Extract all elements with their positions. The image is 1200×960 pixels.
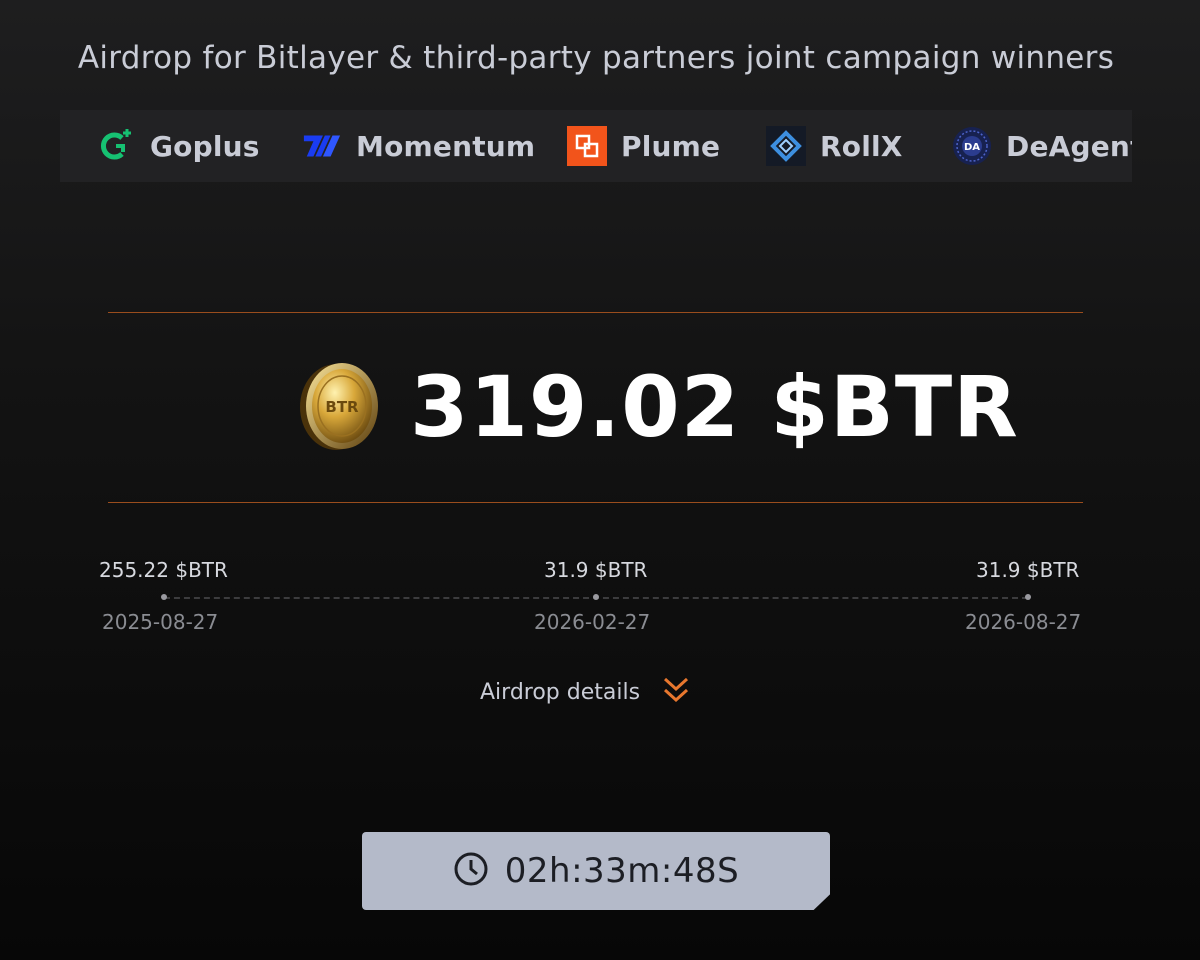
goplus-logo-icon: [96, 126, 136, 166]
page-title: Airdrop for Bitlayer & third-party partn…: [77, 40, 1115, 76]
milestone-date: 2025-08-27: [102, 610, 219, 634]
momentum-logo-icon: [302, 126, 342, 166]
milestone-date: 2026-02-27: [534, 610, 651, 634]
partner-momentum[interactable]: Momentum: [302, 110, 535, 182]
milestone-dot: [1025, 594, 1031, 600]
milestone-dot: [161, 594, 167, 600]
milestone-dot: [593, 594, 599, 600]
svg-text:BTR: BTR: [325, 398, 359, 416]
top-divider: [108, 312, 1083, 313]
clock-icon: [453, 851, 489, 891]
countdown-timer: 02h:33m:48S: [504, 851, 740, 891]
milestone-amount: 255.22 $BTR: [99, 558, 228, 582]
airdrop-details-toggle[interactable]: Airdrop details: [480, 672, 690, 712]
claim-countdown-button[interactable]: 02h:33m:48S: [362, 832, 830, 910]
milestone-date: 2026-08-27: [965, 610, 1082, 634]
rollx-logo-icon: [766, 126, 806, 166]
partner-goplus[interactable]: Goplus: [96, 110, 260, 182]
bottom-divider: [108, 502, 1083, 503]
partner-deagentai[interactable]: DA DeAgentAI: [952, 110, 1132, 182]
partner-plume[interactable]: Plume: [567, 110, 720, 182]
partner-name: DeAgentAI: [1006, 129, 1132, 163]
milestone-amount: 31.9 $BTR: [976, 558, 1080, 582]
plume-logo-icon: [567, 126, 607, 166]
partner-name: Plume: [621, 129, 721, 163]
partner-logo-bar: Goplus Momentum Plume RollX DA DeAgen: [60, 110, 1132, 182]
partner-name: Momentum: [356, 129, 536, 163]
deagentai-logo-icon: DA: [952, 126, 992, 166]
partner-name: RollX: [820, 129, 903, 163]
svg-text:DA: DA: [964, 142, 980, 153]
milestone-amount: 31.9 $BTR: [544, 558, 648, 582]
airdrop-total-amount: 319.02 $BTR: [410, 358, 1019, 456]
btr-coin-icon: BTR: [298, 360, 382, 452]
airdrop-details-label: Airdrop details: [480, 679, 641, 705]
partner-name: Goplus: [150, 129, 260, 163]
partner-rollx[interactable]: RollX: [766, 110, 903, 182]
double-chevron-down-icon: [662, 675, 690, 709]
